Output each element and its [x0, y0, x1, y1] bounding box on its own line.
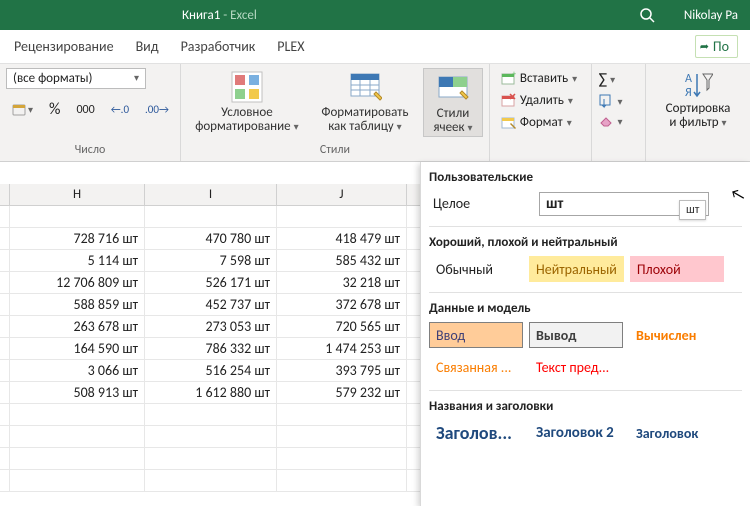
col-header-h[interactable]: H	[10, 184, 145, 205]
svg-text:+: +	[512, 70, 516, 79]
increase-decimal-button[interactable]: ←.0	[106, 100, 134, 119]
percent-button[interactable]: %	[44, 97, 65, 122]
group-label-number: Число	[6, 141, 174, 159]
cell[interactable]: 1 474 253 шт	[277, 338, 407, 359]
style-warning[interactable]: Текст пред...	[529, 354, 623, 380]
decrease-decimal-button[interactable]: .00→	[140, 100, 174, 119]
tab-developer[interactable]: Разработчик	[181, 38, 256, 55]
cell[interactable]: 786 332 шт	[145, 338, 277, 359]
sec-custom: Пользовательские	[429, 170, 742, 185]
share-label: По	[713, 38, 729, 55]
window-title: Книга1 - Excel	[182, 8, 257, 23]
cell[interactable]: 393 795 шт	[277, 360, 407, 381]
style-input[interactable]: Ввод	[429, 322, 523, 348]
cell[interactable]: 372 678 шт	[277, 294, 407, 315]
ribbon-group-cells: + Вставить ▾ Удалить ▾ Формат ▾	[490, 64, 593, 161]
cell[interactable]: 12 706 809 шт	[10, 272, 145, 293]
style-normal[interactable]: Обычный	[429, 256, 523, 282]
app-name: Excel	[230, 8, 257, 23]
conditional-formatting-button[interactable]: Условное форматирование ▾	[187, 68, 307, 135]
sec-data-model: Данные и модель	[429, 301, 742, 316]
sec-headings: Названия и заголовки	[429, 399, 742, 414]
style-heading1[interactable]: Заголов...	[429, 420, 523, 446]
cell[interactable]: 526 171 шт	[145, 272, 277, 293]
sort-filter-button[interactable]: AЯ Сортировка и фильтр ▾	[652, 68, 744, 131]
ribbon-group-sort: AЯ Сортировка и фильтр ▾	[646, 64, 750, 161]
ribbon: (все форматы) ▾ ▾ % 000 ←.0 .00→ Число У…	[0, 64, 750, 162]
svg-text:A: A	[685, 72, 692, 86]
sec-good-bad: Хороший, плохой и нейтральный	[429, 235, 742, 250]
cell[interactable]: 5 114 шт	[10, 250, 145, 271]
style-heading2[interactable]: Заголовок 2	[529, 420, 623, 446]
cell[interactable]: 3 066 шт	[10, 360, 145, 381]
delete-button[interactable]: Удалить ▾	[496, 90, 577, 110]
chevron-down-icon: ▾	[134, 71, 139, 86]
style-calculation[interactable]: Вычислен	[629, 322, 723, 348]
number-format-select[interactable]: (все форматы) ▾	[6, 68, 146, 89]
comma-style-button[interactable]: 000	[71, 100, 99, 120]
cell-styles-label: Стили ячеек	[433, 106, 469, 135]
svg-text:Я: Я	[685, 86, 692, 100]
user-name[interactable]: Nikolay Pa	[684, 8, 738, 23]
delete-label: Удалить	[520, 93, 564, 108]
cell-styles-panel: Пользовательские Целое шт шт ↖ Хороший, …	[420, 162, 750, 506]
tab-review[interactable]: Рецензирование	[14, 38, 114, 55]
cell-styles-button[interactable]: Стили ячеек ▾	[423, 68, 483, 137]
search-icon[interactable]	[638, 6, 656, 24]
cell[interactable]: 263 678 шт	[10, 316, 145, 337]
tooltip: шт	[679, 200, 706, 220]
cell[interactable]: 273 053 шт	[145, 316, 277, 337]
cell[interactable]: 452 737 шт	[145, 294, 277, 315]
ribbon-group-number: (все форматы) ▾ ▾ % 000 ←.0 .00→ Число	[0, 64, 181, 161]
style-output[interactable]: Вывод	[529, 322, 623, 348]
style-preview-value: шт	[546, 195, 563, 213]
number-format-value: (все форматы)	[13, 71, 93, 86]
cell[interactable]: 1 612 880 шт	[145, 382, 277, 403]
format-label: Формат	[520, 115, 563, 130]
cond-fmt-label: Условное форматирование	[195, 105, 290, 134]
title-bar: Книга1 - Excel Nikolay Pa	[0, 0, 750, 30]
clear-button[interactable]: ▾	[598, 113, 622, 129]
group-label-styles: Стили	[187, 141, 483, 159]
insert-button[interactable]: + Вставить ▾	[496, 68, 581, 88]
cell[interactable]: 720 565 шт	[277, 316, 407, 337]
autosum-button[interactable]: ∑ ▾	[598, 70, 622, 89]
share-button[interactable]: ➦ По	[695, 35, 738, 58]
tab-plex[interactable]: PLEX	[277, 38, 304, 55]
ribbon-group-edit-mini: ∑ ▾ ▾ ▾	[592, 64, 646, 161]
style-whole[interactable]: Целое	[429, 191, 533, 216]
cell[interactable]: 418 479 шт	[277, 228, 407, 249]
share-arrow-icon: ➦	[700, 40, 709, 53]
cell[interactable]: 579 232 шт	[277, 382, 407, 403]
ribbon-tabs: Рецензирование Вид Разработчик PLEX ➦ По	[0, 30, 750, 64]
fill-button[interactable]: ▾	[598, 93, 622, 109]
ribbon-group-styles: Условное форматирование ▾ Форматировать …	[181, 64, 490, 161]
cell[interactable]: 585 432 шт	[277, 250, 407, 271]
cell[interactable]: 164 590 шт	[10, 338, 145, 359]
col-header-i[interactable]: I	[145, 184, 277, 205]
cell[interactable]: 588 859 шт	[10, 294, 145, 315]
style-neutral[interactable]: Нейтральный	[529, 256, 624, 282]
style-heading3[interactable]: Заголовок	[629, 420, 723, 446]
fmt-table-label: Форматировать как таблицу	[321, 105, 408, 134]
cell[interactable]: 728 716 шт	[10, 228, 145, 249]
group-label-cells	[496, 141, 586, 159]
title-separator: -	[220, 8, 230, 23]
worksheet-area: H I J 728 716 шт470 780 шт418 479 шт 5 1…	[0, 162, 750, 492]
col-header-j[interactable]: J	[277, 184, 407, 205]
style-bad[interactable]: Плохой	[630, 256, 724, 282]
insert-label: Вставить	[520, 71, 568, 86]
cell[interactable]: 470 780 шт	[145, 228, 277, 249]
tab-view[interactable]: Вид	[136, 38, 159, 55]
cell[interactable]: 516 254 шт	[145, 360, 277, 381]
format-button[interactable]: Формат ▾	[496, 112, 576, 132]
doc-name: Книга1	[182, 8, 220, 23]
cell[interactable]: 32 218 шт	[277, 272, 407, 293]
cell[interactable]: 508 913 шт	[10, 382, 145, 403]
cell[interactable]: 7 598 шт	[145, 250, 277, 271]
style-linked[interactable]: Связанная ...	[429, 354, 523, 380]
format-as-table-button[interactable]: Форматировать как таблицу ▾	[311, 68, 419, 135]
currency-button[interactable]: ▾	[6, 99, 38, 121]
